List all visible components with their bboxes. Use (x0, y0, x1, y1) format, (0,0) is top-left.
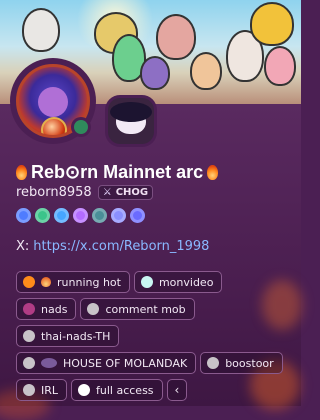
server-tag-label: CHOG (115, 187, 149, 198)
role-chip[interactable]: boostoor (200, 352, 283, 374)
role-label: thai-nads-TH (41, 329, 111, 343)
hashtag-badge[interactable] (92, 208, 107, 223)
collapse-roles-button[interactable]: ‹ (166, 379, 188, 401)
role-color-dot (23, 384, 35, 396)
display-name: Reb⊙rn Mainnet arc (31, 162, 204, 182)
server-icon[interactable] (108, 98, 154, 144)
banner-character (156, 14, 196, 60)
role-chip[interactable]: HOUSE OF MOLANDAK (16, 352, 197, 374)
boost-badge[interactable] (130, 208, 145, 223)
role-row: running hot monvideo (16, 271, 296, 293)
role-color-dot (140, 276, 153, 288)
cat-icon (110, 102, 152, 134)
avatar-face (38, 87, 68, 117)
x-profile-link[interactable]: https://x.com/Reborn_1998 (33, 239, 209, 254)
verified-badge[interactable] (35, 208, 50, 223)
role-chip[interactable]: thai-nads-TH (16, 325, 120, 347)
nitro-badge[interactable] (16, 208, 31, 223)
role-row: thai-nads-TH (16, 325, 296, 347)
role-label: comment mob (105, 302, 186, 316)
role-label: nads (41, 302, 68, 316)
role-chip[interactable]: monvideo (133, 271, 223, 293)
connected-account-row: X: https://x.com/Reborn_1998 (16, 239, 209, 254)
banner-character (250, 2, 294, 46)
role-chip[interactable]: running hot (16, 271, 130, 293)
role-chip[interactable]: full access (71, 379, 163, 401)
role-color-dot (23, 303, 35, 315)
role-label: HOUSE OF MOLANDAK (63, 356, 188, 370)
role-chip[interactable]: comment mob (80, 298, 195, 320)
gear-badge[interactable] (111, 208, 126, 223)
server-tag[interactable]: ⚔ CHOG (97, 185, 154, 200)
role-emoji-icon (41, 358, 57, 368)
banner-character (22, 8, 60, 52)
role-row: HOUSE OF MOLANDAK boostoor (16, 352, 296, 374)
fire-icon (16, 165, 27, 180)
fire-icon (207, 165, 219, 180)
role-color-dot (78, 384, 91, 396)
role-row: nads comment mob (16, 298, 296, 320)
username[interactable]: reborn8958 (16, 185, 92, 200)
banner-character (140, 56, 170, 90)
display-name-row: Reb⊙rn Mainnet arc (16, 162, 219, 183)
role-label: IRL (41, 383, 59, 397)
avatar-orb (41, 117, 67, 135)
banner-character (264, 46, 296, 86)
role-label: running hot (57, 275, 121, 289)
role-emoji-icon (41, 277, 51, 287)
role-label: full access (96, 383, 154, 397)
role-row: IRL full access ‹ (16, 379, 296, 401)
role-color-dot (23, 330, 35, 342)
role-label: monvideo (158, 275, 214, 289)
sword-icon: ⚔ (102, 186, 112, 198)
diamond-badge[interactable] (54, 208, 69, 223)
x-label: X: (16, 239, 30, 254)
role-chip[interactable]: nads (16, 298, 77, 320)
role-color-dot (207, 357, 220, 369)
status-dot (74, 120, 88, 134)
role-label: boostoor (225, 356, 274, 370)
role-color-dot (23, 276, 35, 288)
role-color-dot (23, 357, 35, 369)
username-row: reborn8958 ⚔ CHOG (16, 185, 154, 200)
role-color-dot (87, 303, 100, 315)
role-chip[interactable]: IRL (16, 379, 68, 401)
banner-character (190, 52, 222, 90)
profile-badges (16, 208, 145, 223)
online-status-indicator (71, 117, 91, 137)
hex-badge[interactable] (73, 208, 88, 223)
role-list: running hot monvideo nads comment mob thai-n… (16, 271, 296, 406)
